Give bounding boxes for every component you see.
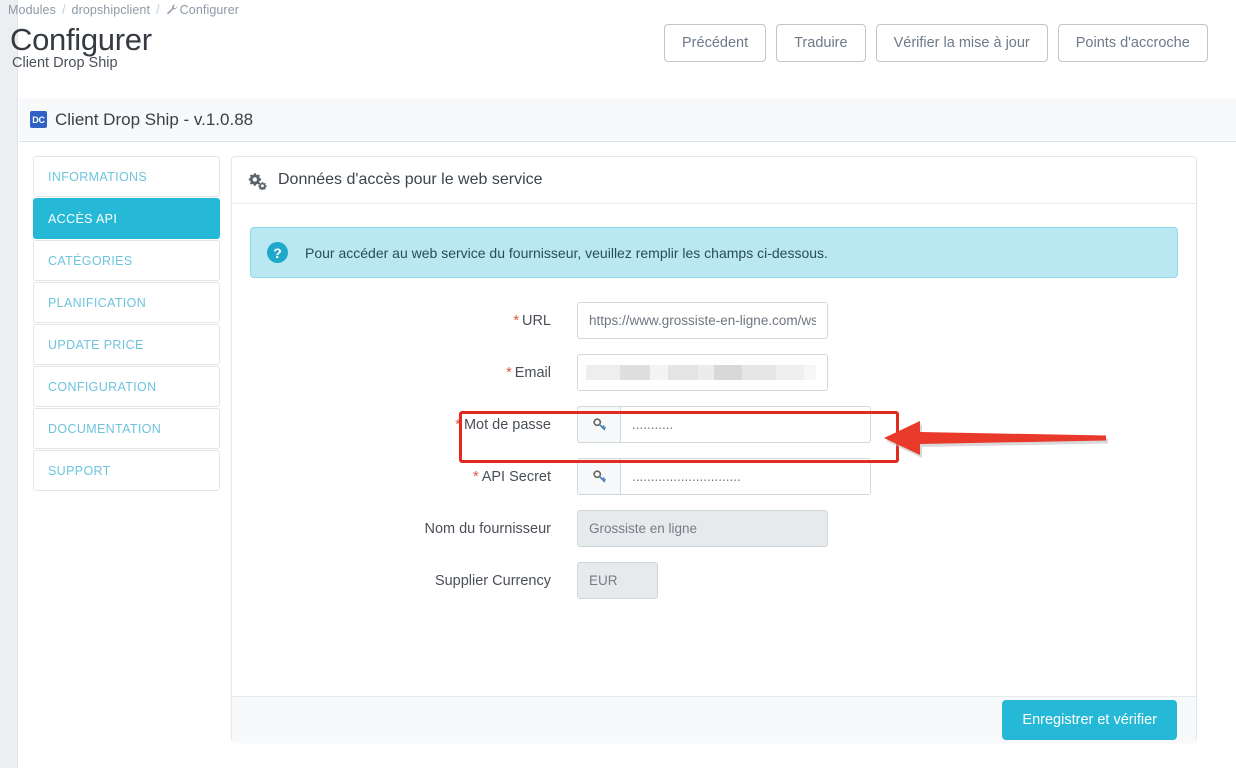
translate-button[interactable]: Traduire bbox=[776, 24, 866, 62]
required-marker: * bbox=[506, 364, 512, 381]
info-alert-text: Pour accéder au web service du fournisse… bbox=[305, 244, 828, 261]
breadcrumb-separator: / bbox=[61, 2, 66, 17]
sidebar-item-documentation[interactable]: DOCUMENTATION bbox=[33, 408, 220, 449]
breadcrumb-item-dropshipclient[interactable]: dropshipclient bbox=[72, 3, 151, 17]
email-label-text: Email bbox=[514, 364, 551, 381]
sidebar-item-configuration[interactable]: CONFIGURATION bbox=[33, 366, 220, 407]
sidebar-item-informations[interactable]: INFORMATIONS bbox=[33, 156, 220, 197]
panel-footer: Enregistrer et vérifier bbox=[232, 696, 1196, 743]
supplier-name-input bbox=[577, 510, 828, 547]
sidebar-item-update-price[interactable]: UPDATE PRICE bbox=[33, 324, 220, 365]
form-row-password: * Mot de passe bbox=[250, 406, 1178, 443]
panel-header: Données d'accès pour le web service bbox=[232, 157, 1196, 204]
module-body: INFORMATIONS ACCÈS API CATÉGORIES PLANIF… bbox=[19, 142, 1236, 768]
email-label: * Email bbox=[250, 365, 577, 381]
page-toolbar: Précédent Traduire Vérifier la mise à jo… bbox=[664, 24, 1208, 62]
api-secret-input[interactable] bbox=[620, 458, 871, 495]
form-row-supplier-name: Nom du fournisseur bbox=[250, 510, 1178, 547]
module-tab-nav: INFORMATIONS ACCÈS API CATÉGORIES PLANIF… bbox=[33, 156, 220, 492]
url-label-text: URL bbox=[521, 312, 551, 329]
sidebar-item-acces-api[interactable]: ACCÈS API bbox=[33, 198, 220, 239]
email-input[interactable] bbox=[577, 354, 828, 391]
breadcrumb-item-configurer: Configurer bbox=[166, 2, 239, 17]
page-root: Modules / dropshipclient / Configurer Co… bbox=[0, 0, 1236, 768]
wrench-icon bbox=[166, 4, 178, 16]
previous-button[interactable]: Précédent bbox=[664, 24, 767, 62]
sidebar-item-planification[interactable]: PLANIFICATION bbox=[33, 282, 220, 323]
module-title: Client Drop Ship - v.1.0.88 bbox=[55, 109, 254, 129]
url-label: * URL bbox=[250, 313, 577, 329]
page-subtitle: Client Drop Ship bbox=[12, 55, 118, 71]
module-logo-icon: DC bbox=[30, 111, 47, 128]
api-secret-label-text: API Secret bbox=[481, 468, 551, 485]
password-label: * Mot de passe bbox=[250, 417, 577, 433]
password-input[interactable] bbox=[620, 406, 871, 443]
panel-title: Données d'accès pour le web service bbox=[278, 171, 543, 188]
module-header-bar: DC Client Drop Ship - v.1.0.88 bbox=[19, 98, 1236, 142]
required-marker: * bbox=[513, 312, 519, 329]
sidebar-item-support[interactable]: SUPPORT bbox=[33, 450, 220, 491]
breadcrumb-current-label: Configurer bbox=[179, 3, 240, 17]
supplier-currency-input bbox=[577, 562, 658, 599]
breadcrumb-separator: / bbox=[156, 2, 160, 17]
breadcrumb: Modules / dropshipclient / Configurer bbox=[8, 2, 239, 18]
save-and-verify-button[interactable]: Enregistrer et vérifier bbox=[1002, 700, 1177, 740]
key-icon bbox=[577, 406, 620, 443]
form-row-supplier-currency: Supplier Currency bbox=[250, 562, 1178, 599]
left-gutter bbox=[0, 0, 18, 768]
required-marker: * bbox=[455, 416, 461, 433]
settings-panel: Données d'accès pour le web service ? Po… bbox=[231, 156, 1197, 743]
form-row-url: * URL bbox=[250, 302, 1178, 339]
hooks-button[interactable]: Points d'accroche bbox=[1057, 24, 1208, 62]
password-label-text: Mot de passe bbox=[463, 416, 551, 433]
supplier-name-label: Nom du fournisseur bbox=[424, 520, 551, 537]
redacted-value bbox=[586, 365, 816, 380]
supplier-currency-label: Supplier Currency bbox=[434, 572, 551, 589]
panel-body: ? Pour accéder au web service du fournis… bbox=[232, 204, 1196, 696]
check-update-button[interactable]: Vérifier la mise à jour bbox=[875, 24, 1048, 62]
breadcrumb-item-modules[interactable]: Modules bbox=[8, 3, 56, 17]
required-marker: * bbox=[473, 468, 479, 485]
info-alert: ? Pour accéder au web service du fournis… bbox=[250, 227, 1178, 278]
form-row-api-secret: * API Secret bbox=[250, 458, 1178, 495]
cogs-icon bbox=[248, 172, 267, 191]
key-icon bbox=[577, 458, 620, 495]
form-row-email: * Email bbox=[250, 354, 1178, 391]
page-title: Configurer bbox=[10, 22, 152, 57]
api-access-form: *URL *Email bbox=[250, 278, 1178, 599]
url-input[interactable] bbox=[577, 302, 828, 339]
api-secret-label: * API Secret bbox=[250, 469, 577, 485]
sidebar-item-categories[interactable]: CATÉGORIES bbox=[33, 240, 220, 281]
question-circle-icon: ? bbox=[267, 242, 288, 263]
